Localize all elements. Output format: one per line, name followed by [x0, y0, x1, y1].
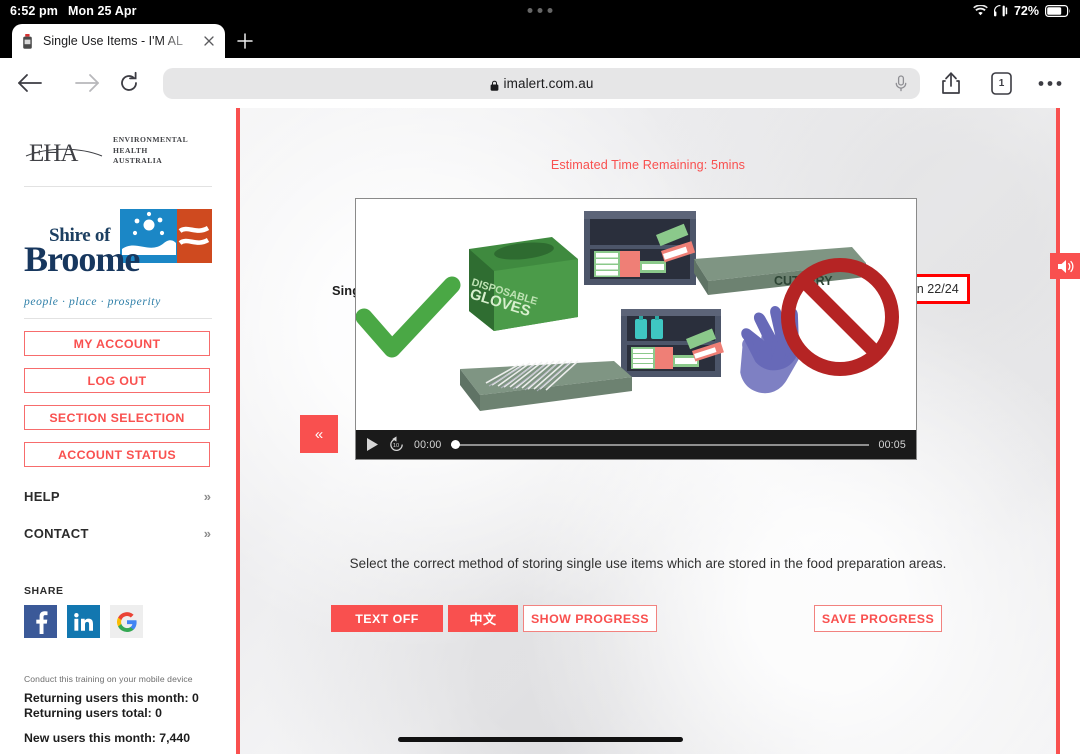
- linkedin-icon[interactable]: [67, 605, 100, 638]
- estimated-time-remaining: Estimated Time Remaining: 5mins: [550, 158, 746, 172]
- reload-icon[interactable]: [116, 71, 141, 96]
- chinese-language-button[interactable]: 中文: [448, 605, 518, 632]
- tab-count-label: 1: [998, 77, 1005, 89]
- headphones-icon: [993, 4, 1008, 17]
- sidebar-divider-top: [24, 186, 212, 187]
- sidebar-item-help[interactable]: HELP »: [24, 489, 211, 504]
- stat-returning-month: Returning users this month: 0: [24, 691, 199, 705]
- status-bar-center-dots: [527, 8, 553, 13]
- eha-line-3: AUSTRALIA: [113, 156, 163, 166]
- video-scrubber[interactable]: [450, 438, 870, 452]
- previous-lesson-button[interactable]: «: [300, 415, 338, 453]
- more-ellipsis-icon[interactable]: [1038, 71, 1062, 95]
- chevron-right-icon: »: [203, 489, 211, 504]
- address-bar[interactable]: imalert.com.au: [163, 68, 920, 99]
- action-button-row: TEXT OFF 中文 SHOW PROGRESS SAVE PROGRESS: [240, 605, 1056, 633]
- log-out-button[interactable]: LOG OUT: [24, 368, 210, 393]
- web-page: EHA ENVIRONMENTAL HEALTH AUSTRALIA Shire…: [0, 108, 1080, 754]
- status-time: 6:52 pm: [10, 3, 58, 18]
- conduct-note: Conduct this training on your mobile dev…: [24, 674, 193, 684]
- svg-text:EHA: EHA: [29, 140, 78, 167]
- video-stage: DISPOSABLE GLOVES CUTLERY: [356, 199, 916, 430]
- address-bar-url: imalert.com.au: [503, 76, 594, 91]
- save-progress-button[interactable]: SAVE PROGRESS: [814, 605, 942, 632]
- video-current-time: 00:00: [414, 438, 442, 451]
- share-heading: SHARE: [24, 585, 64, 597]
- question-text: Select the correct method of storing sin…: [349, 556, 947, 571]
- hand-sanitiser-icon: [21, 33, 34, 49]
- ios-status-bar: 6:52 pm Mon 25 Apr 72%: [0, 0, 1080, 21]
- close-icon[interactable]: [202, 34, 216, 48]
- sidebar-item-contact[interactable]: CONTACT »: [24, 526, 211, 541]
- tab-count-button[interactable]: 1: [990, 71, 1013, 95]
- play-icon[interactable]: [366, 437, 379, 452]
- eha-line-1: ENVIRONMENTAL: [113, 134, 189, 144]
- video-progress-track: [450, 443, 870, 446]
- share-buttons: [24, 605, 212, 638]
- sidebar: EHA ENVIRONMENTAL HEALTH AUSTRALIA Shire…: [0, 108, 236, 754]
- plus-icon[interactable]: [236, 32, 254, 50]
- chevron-right-icon: »: [203, 526, 211, 541]
- stat-returning-total: Returning users total: 0: [24, 706, 163, 720]
- home-indicator: [398, 737, 683, 742]
- account-status-button[interactable]: ACCOUNT STATUS: [24, 442, 210, 467]
- wifi-icon: [973, 5, 988, 16]
- microphone-icon[interactable]: [895, 75, 907, 92]
- video-player[interactable]: DISPOSABLE GLOVES CUTLERY 10 00:00 00:05: [355, 198, 917, 460]
- section-selection-button[interactable]: SECTION SELECTION: [24, 405, 210, 430]
- facebook-icon[interactable]: [24, 605, 57, 638]
- contact-label: CONTACT: [24, 526, 89, 541]
- status-bar-left: 6:52 pm Mon 25 Apr: [10, 4, 137, 18]
- sidebar-divider-bottom: [24, 318, 212, 319]
- eha-line-2: HEALTH: [113, 145, 148, 155]
- broome-tagline: people · place · prosperity: [24, 295, 161, 308]
- google-icon[interactable]: [110, 605, 143, 638]
- browser-toolbar: imalert.com.au 1: [0, 58, 1080, 108]
- eha-wordmark: ENVIRONMENTAL HEALTH AUSTRALIA: [113, 135, 188, 167]
- browser-tab-strip: Single Use Items - I'M AL: [0, 21, 1080, 58]
- battery-percentage: 72%: [1013, 3, 1039, 18]
- broome-name-text: Broome: [24, 239, 140, 279]
- my-account-button[interactable]: MY ACCOUNT: [24, 331, 210, 356]
- video-progress-knob[interactable]: [450, 440, 460, 449]
- browser-tab-title: Single Use Items - I'M AL: [43, 34, 183, 48]
- screen-root: 6:52 pm Mon 25 Apr 72% Single Use Items …: [0, 0, 1080, 754]
- single-use-items-illustration: DISPOSABLE GLOVES CUTLERY: [356, 211, 899, 411]
- stat-new-month: New users this month: 7,440: [24, 731, 191, 745]
- lesson-content: Estimated Time Remaining: 5mins Single U…: [240, 108, 1056, 754]
- shire-of-broome-logo: Shire of Broome people · place · prosper…: [24, 199, 212, 308]
- browser-tab[interactable]: Single Use Items - I'M AL: [12, 24, 225, 58]
- back-arrow-icon[interactable]: [15, 69, 43, 97]
- forward-arrow-icon[interactable]: [73, 69, 101, 97]
- video-controls: 10 00:00 00:05: [356, 430, 916, 459]
- eha-logo: EHA ENVIRONMENTAL HEALTH AUSTRALIA: [24, 130, 212, 172]
- lock-icon: [490, 78, 499, 91]
- status-date: Mon 25 Apr: [67, 3, 137, 18]
- rewind-10-icon[interactable]: 10: [388, 436, 405, 453]
- svg-text:10: 10: [393, 443, 399, 449]
- text-off-button[interactable]: TEXT OFF: [331, 605, 443, 632]
- battery-icon: [1045, 4, 1071, 17]
- video-duration: 00:05: [878, 438, 906, 451]
- share-icon[interactable]: [939, 70, 963, 96]
- eha-mark-icon: EHA: [24, 134, 104, 168]
- right-red-rail: [1056, 108, 1060, 754]
- speaker-icon[interactable]: [1050, 253, 1080, 279]
- status-bar-right: 72%: [973, 4, 1071, 18]
- help-label: HELP: [24, 489, 60, 504]
- show-progress-button[interactable]: SHOW PROGRESS: [523, 605, 657, 632]
